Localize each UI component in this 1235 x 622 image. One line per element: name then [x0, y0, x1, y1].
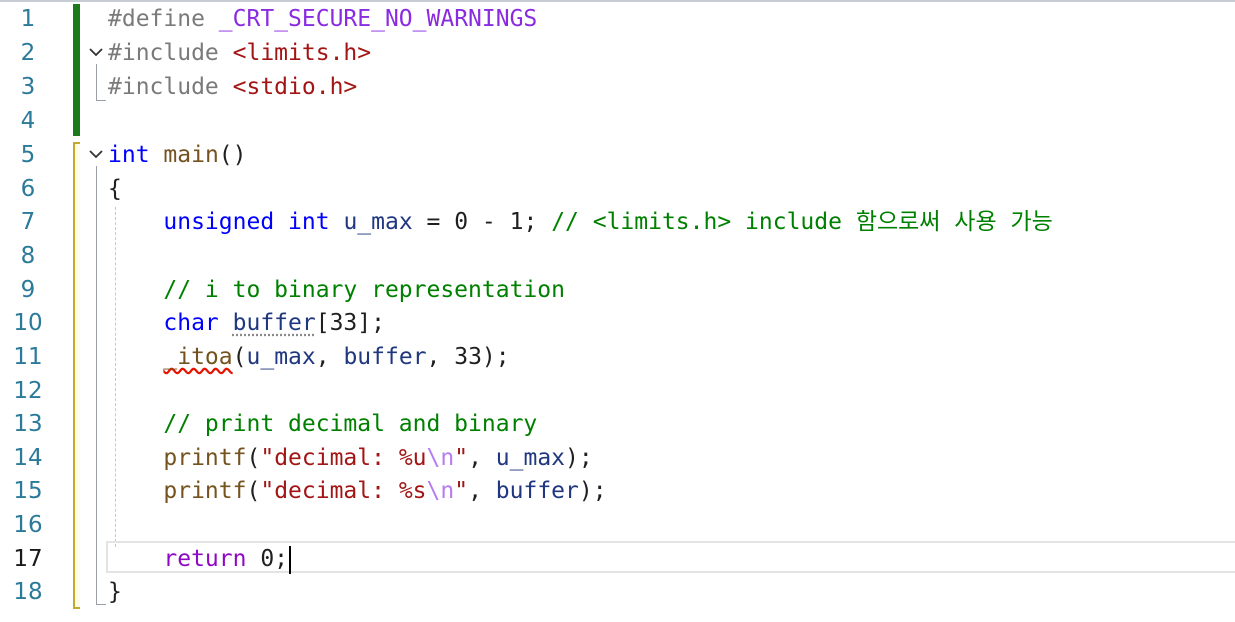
- variable: buffer: [495, 478, 579, 504]
- keyword: return: [163, 546, 247, 572]
- include-header: <stdio.h>: [232, 74, 358, 100]
- line-number: 4: [20, 108, 36, 134]
- current-line-number: 17: [13, 546, 43, 572]
- punctuation: ,: [468, 445, 496, 471]
- line-number: 1: [20, 6, 36, 32]
- code-line-3[interactable]: #include <stdio.h>: [108, 70, 357, 104]
- code-line-10[interactable]: char buffer[33];: [108, 306, 385, 340]
- line-number: 10: [13, 310, 43, 336]
- fold-region-end: [96, 604, 106, 605]
- escape-sequence: \n: [426, 478, 455, 504]
- string-literal: ": [454, 445, 469, 471]
- code-line-11[interactable]: _itoa(u_max, buffer, 33);: [108, 340, 510, 374]
- line-number: 6: [20, 176, 36, 202]
- brace: }: [108, 579, 122, 605]
- expression: 0;: [246, 546, 289, 572]
- code-line-14[interactable]: printf("decimal: %u\n", u_max);: [108, 441, 593, 475]
- code-line-6[interactable]: {: [108, 172, 122, 206]
- line-number: 9: [20, 277, 36, 303]
- function-name: main: [163, 142, 219, 168]
- punctuation: , 33);: [426, 344, 510, 370]
- line-number: 8: [20, 243, 36, 269]
- code-line-5[interactable]: int main(): [108, 138, 247, 172]
- punctuation: ,: [468, 478, 496, 504]
- line-number: 11: [13, 344, 43, 370]
- string-literal: "decimal: %u: [260, 445, 427, 471]
- punctuation: (: [232, 344, 247, 370]
- keyword: int: [108, 142, 150, 168]
- string-literal: ": [454, 478, 469, 504]
- code-editor[interactable]: 1 2 3 4 5 6 7 8 9 10 11 12 13 14 15 16 1…: [0, 0, 1235, 620]
- preprocessor-directive: #include: [108, 40, 219, 66]
- fold-region-line: [96, 64, 97, 100]
- comment: // print decimal and binary: [163, 411, 538, 437]
- include-header: <limits.h>: [232, 40, 372, 66]
- comment: // i to binary representation: [163, 277, 565, 303]
- function-call-error: _itoa: [163, 344, 233, 370]
- fold-collapse-icon[interactable]: [88, 146, 104, 162]
- function-name: printf: [163, 478, 247, 504]
- keyword: int: [288, 209, 330, 235]
- code-line-15[interactable]: printf("decimal: %s\n", buffer);: [108, 474, 607, 508]
- keyword: char: [163, 310, 219, 336]
- string-literal: "decimal: %s: [260, 478, 427, 504]
- line-number: 15: [13, 478, 43, 504]
- line-number: 5: [20, 142, 36, 168]
- preprocessor-directive: #define: [108, 6, 205, 32]
- punctuation: ,: [315, 344, 344, 370]
- variable: u_max: [343, 209, 413, 235]
- code-line-13[interactable]: // print decimal and binary: [108, 407, 537, 441]
- punctuation: (: [246, 445, 261, 471]
- variable: buffer: [232, 310, 316, 336]
- line-number: 16: [13, 512, 43, 538]
- brace: {: [108, 176, 122, 202]
- punctuation: (: [246, 478, 261, 504]
- line-number-gutter: 1 2 3 4 5 6 7 8 9 10 11 12 13 14 15 16 1…: [0, 2, 72, 622]
- line-number: 2: [20, 40, 36, 66]
- saved-changes-marker: [73, 4, 80, 136]
- expression: = 0 - 1;: [426, 209, 538, 235]
- punctuation: [33];: [315, 310, 385, 336]
- unsaved-changes-marker: [73, 142, 80, 609]
- fold-region-end: [96, 100, 106, 101]
- variable: u_max: [246, 344, 316, 370]
- preprocessor-directive: #include: [108, 74, 219, 100]
- punctuation: (): [218, 142, 247, 168]
- macro-name: _CRT_SECURE_NO_WARNINGS: [218, 6, 538, 32]
- line-number: 18: [13, 579, 43, 605]
- text-caret: [289, 545, 292, 574]
- code-line-1[interactable]: #define _CRT_SECURE_NO_WARNINGS: [108, 2, 537, 36]
- code-line-18[interactable]: }: [108, 575, 122, 609]
- comment: // <limits.h> include 함으로써 사용 가능: [551, 209, 1053, 235]
- line-number: 3: [20, 74, 36, 100]
- line-number: 13: [13, 411, 43, 437]
- punctuation: );: [565, 445, 593, 471]
- code-line-9[interactable]: // i to binary representation: [108, 273, 565, 307]
- fold-collapse-icon[interactable]: [88, 44, 104, 60]
- fold-region-line: [96, 166, 97, 604]
- line-number: 14: [13, 445, 43, 471]
- line-number: 12: [13, 378, 43, 404]
- variable: buffer: [343, 344, 427, 370]
- keyword: unsigned: [163, 209, 275, 235]
- code-line-17[interactable]: return 0;: [108, 542, 292, 576]
- punctuation: );: [578, 478, 607, 504]
- code-line-7[interactable]: unsigned int u_max = 0 - 1; // <limits.h…: [108, 205, 1053, 239]
- function-name: printf: [163, 445, 247, 471]
- variable: u_max: [495, 445, 566, 471]
- escape-sequence: \n: [426, 445, 455, 471]
- line-number: 7: [20, 209, 36, 235]
- code-line-2[interactable]: #include <limits.h>: [108, 36, 371, 70]
